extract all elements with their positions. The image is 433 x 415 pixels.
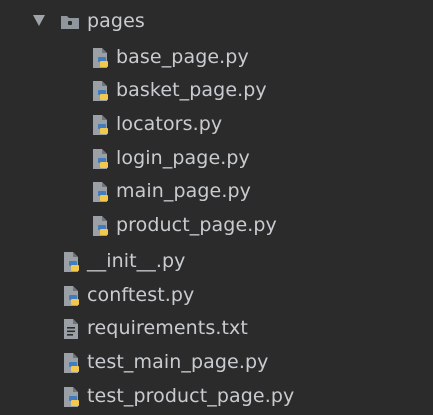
tree-file-requirements[interactable]: requirements.txt [0, 311, 433, 345]
tree-file-login-page[interactable]: login_page.py [0, 141, 433, 175]
tree-file-product-page[interactable]: product_page.py [0, 208, 433, 242]
tree-file-test-main-page[interactable]: test_main_page.py [0, 345, 433, 379]
python-file-icon [62, 352, 82, 374]
tree-item-label: test_product_page.py [87, 385, 295, 407]
tree-item-label: base_page.py [116, 46, 249, 68]
tree-file-conftest[interactable]: conftest.py [0, 278, 433, 312]
project-tree: pages base_page.py basket_page.py locato… [0, 0, 433, 415]
tree-item-label: __init__.py [87, 250, 186, 272]
tree-file-main-page[interactable]: main_page.py [0, 174, 433, 208]
tree-item-label: product_page.py [116, 214, 277, 236]
python-file-icon [62, 386, 82, 408]
tree-file-base-page[interactable]: base_page.py [0, 40, 433, 74]
tree-item-label: login_page.py [116, 147, 250, 169]
tree-file-basket-page[interactable]: basket_page.py [0, 73, 433, 107]
tree-file-test-product-page[interactable]: test_product_page.py [0, 379, 433, 413]
python-file-icon [91, 215, 111, 237]
tree-item-label: pages [87, 10, 145, 32]
text-file-icon [62, 318, 82, 340]
tree-file-init[interactable]: __init__.py [0, 244, 433, 278]
python-file-icon [91, 181, 111, 203]
tree-item-label: test_main_page.py [87, 351, 269, 373]
python-file-icon [91, 148, 111, 170]
tree-item-label: requirements.txt [87, 317, 248, 339]
folder-icon [60, 11, 80, 33]
tree-item-label: locators.py [116, 113, 223, 135]
python-file-icon [91, 80, 111, 102]
python-file-icon [91, 114, 111, 136]
chevron-down-icon[interactable] [33, 15, 45, 26]
tree-item-label: conftest.py [87, 284, 195, 306]
python-file-icon [62, 251, 82, 273]
tree-item-label: basket_page.py [116, 79, 267, 101]
python-file-icon [91, 47, 111, 69]
python-file-icon [62, 285, 82, 307]
tree-file-locators[interactable]: locators.py [0, 107, 433, 141]
tree-item-label: main_page.py [116, 180, 251, 202]
tree-folder-pages[interactable]: pages [0, 4, 433, 38]
